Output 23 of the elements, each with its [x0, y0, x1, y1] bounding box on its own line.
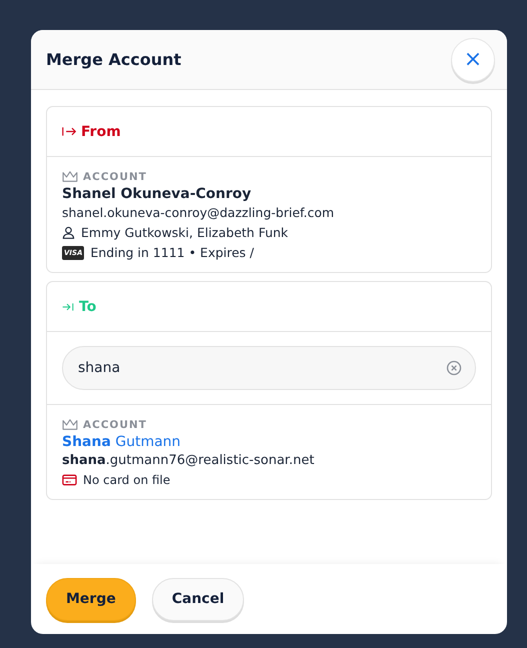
account-label: ACCOUNT: [83, 171, 147, 183]
to-heading: To: [79, 298, 96, 314]
person-icon: [62, 226, 75, 239]
account-label: ACCOUNT: [83, 419, 147, 431]
account-email: shanel.okuneva-conroy@dazzling-brief.com: [62, 205, 336, 220]
merge-button[interactable]: Merge: [46, 578, 136, 620]
crown-icon: [62, 171, 78, 183]
dialog-title: Merge Account: [46, 50, 182, 69]
crown-icon: [62, 419, 78, 431]
arrow-right-to-bar-icon: [62, 302, 75, 312]
search-field[interactable]: shana: [62, 346, 476, 390]
account-name: Shanel Okuneva-Conroy: [62, 186, 252, 202]
clear-icon[interactable]: [446, 360, 462, 376]
cancel-button[interactable]: Cancel: [152, 578, 244, 620]
from-heading: From: [81, 124, 121, 140]
contacts-text: Emmy Gutkowski, Elizabeth Funk: [81, 225, 288, 240]
credit-card-icon: [62, 474, 77, 486]
account-email: shana.gutmann76@realistic-sonar.net: [62, 453, 316, 468]
card-text: No card on file: [83, 473, 170, 487]
card-text: Ending in 1111 • Expires /: [90, 245, 254, 260]
close-button[interactable]: ×: [451, 38, 495, 82]
account-name-link[interactable]: Shana Gutmann: [62, 434, 476, 450]
arrow-right-from-bar-icon: [62, 126, 77, 137]
